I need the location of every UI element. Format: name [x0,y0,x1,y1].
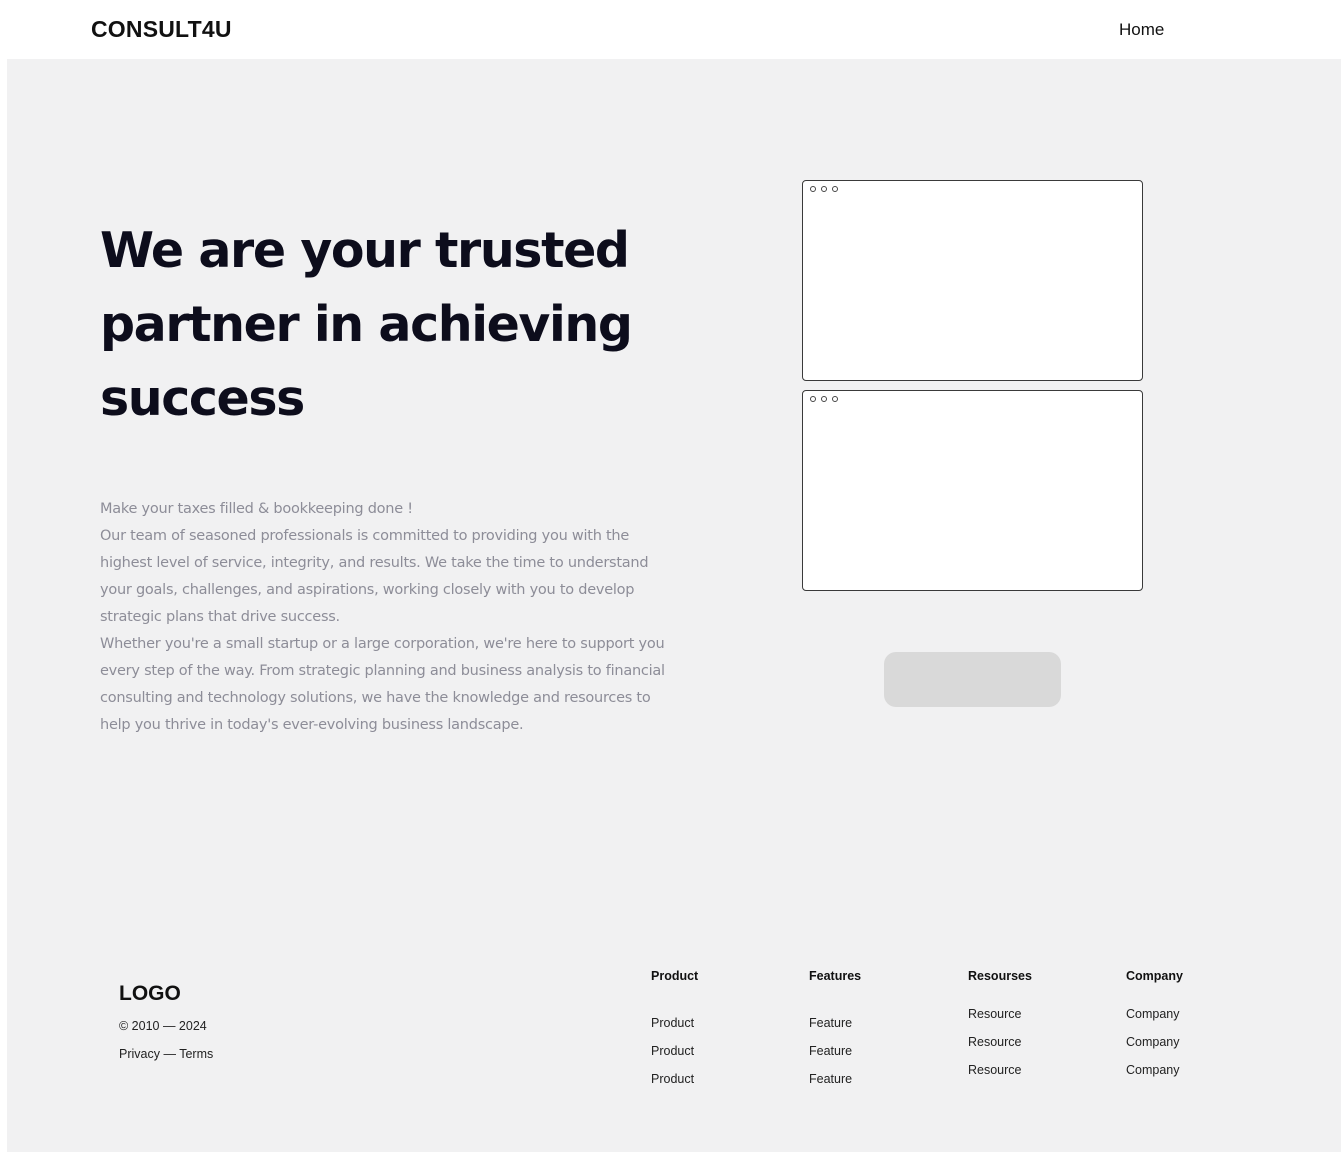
footer-column-title: Features [809,969,862,983]
page: CONSULT4U Home We are your trusted partn… [7,0,1341,1152]
legal-separator: — [159,1047,180,1061]
hero-title: We are your trusted partner in achieving… [100,222,633,427]
window-dot-icon [810,396,816,402]
footer-link[interactable]: Company [1126,1035,1180,1049]
footer-link[interactable]: Resource [968,1063,1022,1077]
hero-tagline: Make your taxes filled & bookkeeping don… [100,501,413,517]
hero-paragraph: Our team of seasoned professionals is co… [100,528,649,625]
hero-paragraph: Whether you're a small startup or a larg… [100,636,665,733]
nav-link-home[interactable]: Home [1119,20,1164,40]
footer-link[interactable]: Resource [968,1035,1022,1049]
footer-link[interactable]: Product [651,1016,694,1030]
footer-copyright: © 2010 — 2024 [119,1019,207,1033]
hero-description: Make your taxes filled & bookkeeping don… [100,496,680,739]
footer-link[interactable]: Product [651,1072,694,1086]
navbar: CONSULT4U Home [7,0,1341,59]
footer-link[interactable]: Product [651,1044,694,1058]
window-dot-icon [832,396,838,402]
footer-link[interactable]: Resource [968,1007,1022,1021]
footer-link[interactable]: Feature [809,1072,852,1086]
privacy-link[interactable]: Privacy [119,1047,160,1061]
footer-column-title: Product [651,969,699,983]
window-placeholder [802,180,1143,381]
footer-link[interactable]: Feature [809,1016,852,1030]
cta-button[interactable] [884,652,1061,707]
window-dot-icon [821,186,827,192]
window-dot-icon [832,186,838,192]
window-dots [810,396,838,402]
terms-link[interactable]: Terms [179,1047,213,1061]
footer-link[interactable]: Feature [809,1044,852,1058]
window-dots [810,186,838,192]
window-placeholder [802,390,1143,591]
footer-link[interactable]: Company [1126,1063,1180,1077]
window-dot-icon [810,186,816,192]
footer-column-title: Resourses [968,969,1032,983]
footer-column-title: Company [1126,969,1183,983]
footer-legal: Privacy — Terms [119,1047,213,1061]
brand-logo[interactable]: CONSULT4U [91,16,232,43]
footer-logo[interactable]: LOGO [119,982,181,1006]
footer-link[interactable]: Company [1126,1007,1180,1021]
window-dot-icon [821,396,827,402]
